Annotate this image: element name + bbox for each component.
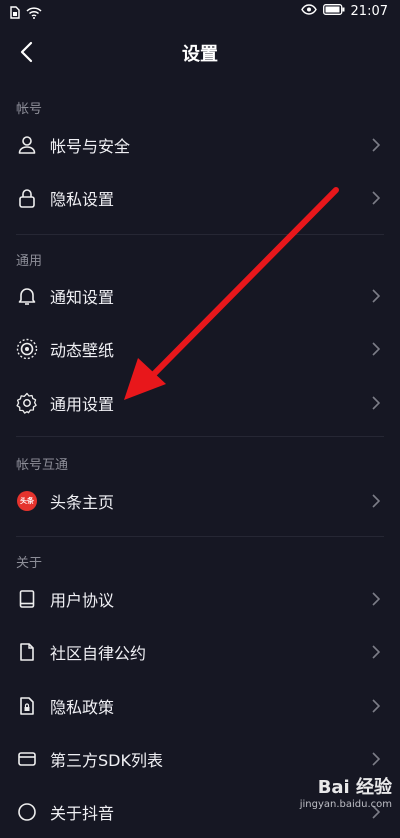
settings-item-live-wallpaper[interactable]: 动态壁纸 (0, 323, 400, 375)
battery-icon (322, 4, 345, 19)
settings-item-label: 隐私政策 (50, 698, 115, 717)
eye-icon (300, 4, 317, 19)
settings-item-notifications[interactable]: 通知设置 (0, 270, 400, 322)
section-label-about: 关于 (16, 556, 43, 571)
section-label-general: 通用 (16, 254, 43, 269)
section-label-account: 帐号 (16, 102, 43, 117)
watermark-url: jingyan.baidu.com (299, 799, 392, 810)
settings-item-label: 隐私设置 (50, 190, 115, 209)
book-icon (15, 587, 39, 611)
settings-item-general-settings[interactable]: 通用设置 (0, 377, 400, 429)
chevron-right-icon (370, 395, 382, 411)
section-label-linked-accounts: 帐号互通 (16, 458, 69, 473)
settings-item-label: 社区自律公约 (50, 644, 147, 663)
card-icon (15, 747, 39, 771)
chevron-right-icon (370, 341, 382, 357)
status-time: 21:07 (350, 4, 388, 19)
chevron-right-icon (370, 591, 382, 607)
watermark-logo: Bai 经验 (317, 777, 392, 798)
wifi-icon (26, 4, 42, 23)
bell-icon (15, 284, 39, 308)
settings-item-account-security[interactable]: 帐号与安全 (0, 119, 400, 171)
section-divider (16, 234, 384, 235)
toutiao-icon: 头条 (15, 489, 39, 513)
chevron-right-icon (370, 190, 382, 206)
nav-bar: 设置 (0, 26, 400, 78)
toutiao-badge: 头条 (17, 491, 37, 511)
settings-item-label: 帐号与安全 (50, 137, 131, 156)
gear-icon (15, 391, 39, 415)
chevron-right-icon (370, 288, 382, 304)
chevron-right-icon (370, 493, 382, 509)
settings-item-label: 动态壁纸 (50, 341, 115, 360)
document-icon (15, 640, 39, 664)
settings-item-label: 用户协议 (50, 591, 115, 610)
chevron-right-icon (370, 698, 382, 714)
settings-item-user-agreement[interactable]: 用户协议 (0, 573, 400, 625)
user-icon (15, 133, 39, 157)
watermark: Bai 经验 jingyan.baidu.com (300, 773, 392, 810)
settings-item-privacy-policy[interactable]: 隐私政策 (0, 680, 400, 732)
status-bar: 21:07 (0, 0, 400, 26)
settings-item-label: 通知设置 (50, 288, 115, 307)
section-divider (16, 436, 384, 437)
settings-item-label: 关于抖音 (50, 804, 115, 823)
settings-item-label: 第三方SDK列表 (50, 751, 163, 770)
chevron-right-icon (370, 644, 382, 660)
lock-icon (15, 186, 39, 210)
settings-item-label: 头条主页 (50, 493, 115, 512)
lock-document-icon (15, 694, 39, 718)
settings-item-toutiao-homepage[interactable]: 头条 头条主页 (0, 475, 400, 527)
settings-item-privacy[interactable]: 隐私设置 (0, 172, 400, 224)
page-title: 设置 (182, 44, 218, 65)
settings-item-community-guidelines[interactable]: 社区自律公约 (0, 626, 400, 678)
section-divider (16, 536, 384, 537)
sim-icon (10, 4, 20, 23)
wallpaper-icon (15, 337, 39, 361)
info-icon (15, 800, 39, 824)
chevron-right-icon (370, 751, 382, 767)
settings-item-label: 通用设置 (50, 395, 115, 414)
chevron-right-icon (370, 137, 382, 153)
